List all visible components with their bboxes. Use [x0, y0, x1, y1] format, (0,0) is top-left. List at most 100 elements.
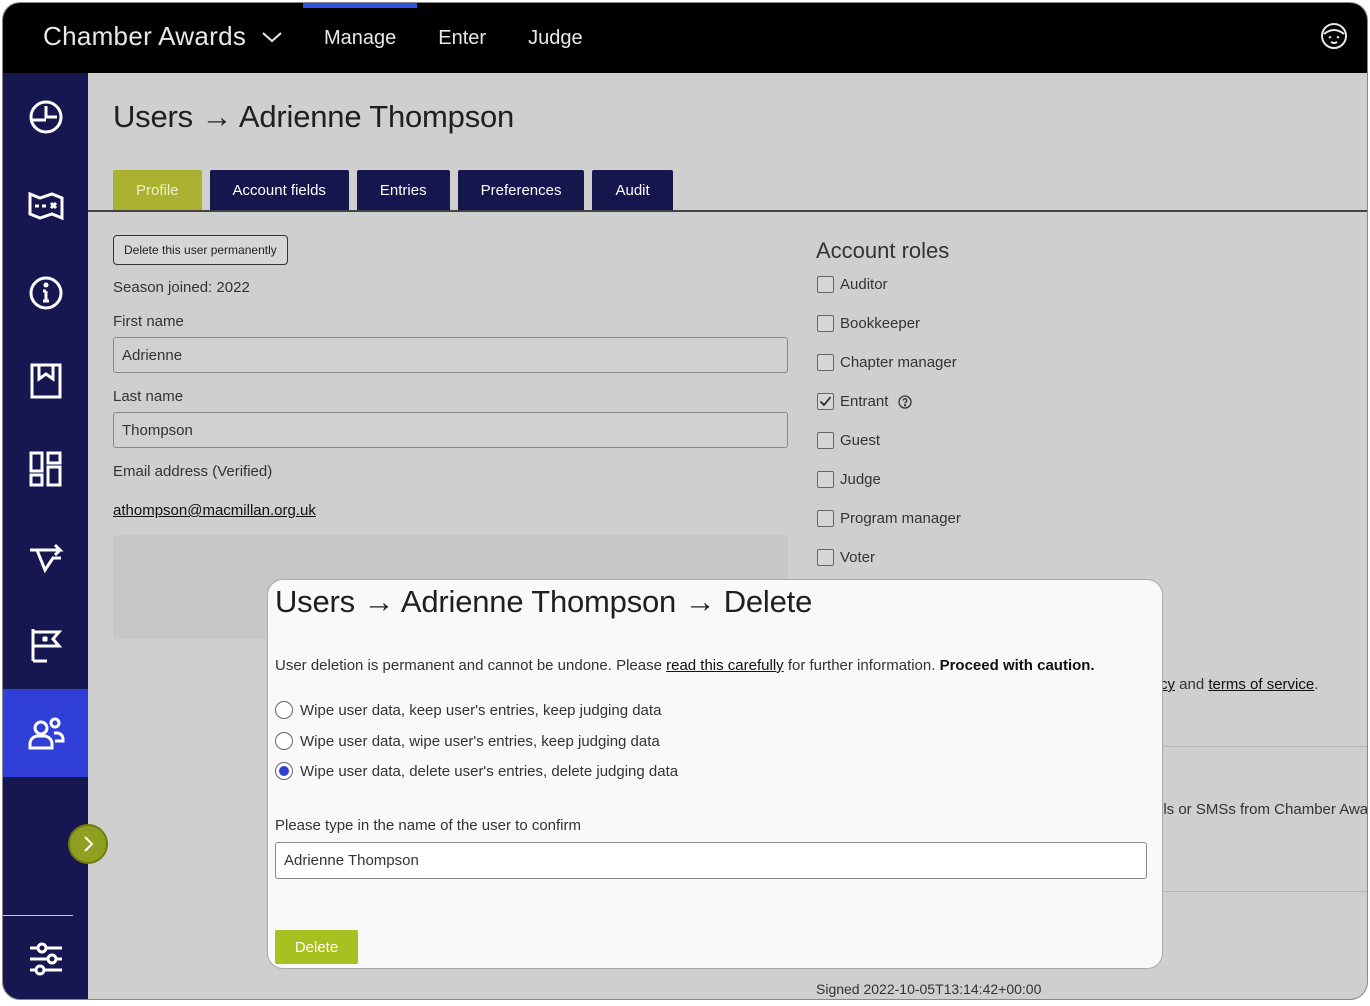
first-name-value: Adrienne	[122, 346, 183, 364]
tab-divider	[88, 210, 1367, 212]
signed-timestamp: Signed 2022-10-05T13:14:42+00:00	[816, 981, 1042, 997]
bookmark-icon	[30, 363, 61, 399]
warning-text-continued: for further information.	[787, 657, 936, 674]
role-checkbox[interactable]	[817, 432, 834, 449]
deletion-warning: User deletion is permanent and cannot be…	[275, 657, 1095, 674]
nav-manage[interactable]: Manage	[303, 3, 418, 73]
radio-button-selected[interactable]	[275, 762, 293, 780]
radio-button[interactable]	[275, 732, 293, 750]
account-roles-title: Account roles	[816, 238, 950, 263]
option-label: Wipe user data, keep user's entries, kee…	[300, 701, 662, 719]
main-nav: Manage Enter Judge	[303, 3, 604, 73]
tab-entries[interactable]: Entries	[356, 170, 450, 210]
program-name: Chamber Awards	[43, 21, 247, 51]
confirm-name-input[interactable]: Adrienne Thompson	[275, 842, 1147, 879]
radio-dot	[279, 766, 289, 776]
user-avatar-icon[interactable]	[1319, 21, 1349, 51]
nav-enter[interactable]: Enter	[417, 3, 507, 73]
page-title: Users → Adrienne Thompson	[113, 99, 515, 134]
role-label: Chapter manager	[840, 354, 957, 371]
role-label: Program manager	[840, 510, 961, 527]
tab-audit[interactable]: Audit	[592, 170, 673, 210]
chevron-down-icon	[262, 31, 282, 42]
role-voter[interactable]: Voter	[817, 549, 875, 566]
email-label: Email address (Verified)	[113, 463, 273, 480]
last-name-value: Thompson	[122, 421, 193, 439]
role-program-manager[interactable]: Program manager	[817, 510, 961, 527]
email-link[interactable]: athompson@macmillan.org.uk	[113, 502, 316, 519]
radio-button[interactable]	[275, 701, 293, 719]
tab-account-fields[interactable]: Account fields	[209, 170, 349, 210]
role-checkbox-checked[interactable]	[817, 393, 834, 410]
role-label: Entrant	[840, 393, 889, 410]
sidebar-item-flags[interactable]	[3, 601, 88, 689]
role-bookkeeper[interactable]: Bookkeeper	[817, 315, 920, 332]
notifications-text: ils or SMSs from Chamber Award	[1160, 801, 1368, 818]
role-checkbox[interactable]	[817, 471, 834, 488]
top-bar: Chamber Awards Manage Enter Judge	[3, 3, 1367, 73]
sidebar-item-flows[interactable]	[3, 513, 88, 601]
tab-profile[interactable]: Profile	[113, 170, 202, 210]
role-guest[interactable]: Guest	[817, 432, 880, 449]
season-joined: Season joined: 2022	[113, 279, 250, 296]
route-icon	[29, 543, 64, 574]
last-name-label: Last name	[113, 388, 184, 405]
role-label: Voter	[840, 549, 876, 566]
option-wipe-entries-keep-judging[interactable]: Wipe user data, wipe user's entries, kee…	[275, 732, 660, 750]
help-icon[interactable]	[898, 394, 913, 409]
policy-text: cy and terms of service.	[1160, 676, 1318, 693]
role-checkbox[interactable]	[817, 276, 834, 293]
section-divider	[1160, 891, 1367, 892]
first-name-field[interactable]: Adrienne	[113, 337, 788, 373]
role-label: Bookkeeper	[840, 315, 921, 332]
sidebar-item-bookmarks[interactable]	[3, 337, 88, 425]
section-divider	[1160, 746, 1367, 747]
sidebar-item-map[interactable]	[3, 161, 88, 249]
delete-user-permanently-button[interactable]: Delete this user permanently	[113, 235, 288, 265]
role-entrant[interactable]: Entrant	[817, 393, 913, 410]
delete-button[interactable]: Delete	[275, 930, 358, 964]
sidebar-item-info[interactable]	[3, 249, 88, 337]
role-checkbox[interactable]	[817, 315, 834, 332]
users-icon	[28, 717, 64, 750]
dialog-title: Users → Adrienne Thompson → Delete	[275, 584, 813, 619]
role-label: Guest	[840, 432, 881, 449]
role-chapter-manager[interactable]: Chapter manager	[817, 354, 957, 371]
sliders-icon	[29, 942, 62, 976]
confirm-name-label: Please type in the name of the user to c…	[275, 817, 581, 834]
first-name-label: First name	[113, 313, 184, 330]
info-icon	[29, 276, 62, 310]
flag-icon	[31, 629, 62, 663]
role-label: Auditor	[840, 276, 888, 293]
app-window: Chamber Awards Manage Enter Judge Users …	[2, 2, 1368, 1000]
program-switcher[interactable]: Chamber Awards	[43, 21, 284, 52]
read-carefully-link[interactable]: read this carefully	[666, 657, 784, 674]
role-auditor[interactable]: Auditor	[817, 276, 888, 293]
option-label: Wipe user data, delete user's entries, d…	[300, 762, 679, 780]
last-name-field[interactable]: Thompson	[113, 412, 788, 448]
sidebar	[3, 73, 88, 999]
checkmark-icon	[819, 396, 832, 407]
option-delete-entries-delete-judging[interactable]: Wipe user data, delete user's entries, d…	[275, 762, 678, 780]
nav-judge[interactable]: Judge	[507, 3, 604, 73]
tab-preferences[interactable]: Preferences	[457, 170, 585, 210]
confirm-name-value: Adrienne Thompson	[284, 852, 419, 869]
role-checkbox[interactable]	[817, 510, 834, 527]
map-icon	[28, 191, 63, 221]
sidebar-item-users[interactable]	[3, 689, 88, 777]
option-keep-entries-keep-judging[interactable]: Wipe user data, keep user's entries, kee…	[275, 701, 661, 719]
warning-text: User deletion is permanent and cannot be…	[275, 657, 662, 674]
chevron-right-icon	[84, 836, 94, 852]
delete-user-dialog: Users → Adrienne Thompson → Delete User …	[267, 579, 1163, 969]
expand-sidebar-button[interactable]	[68, 824, 108, 864]
policy-and: and	[1179, 676, 1205, 693]
dashboard-icon	[29, 100, 62, 134]
sidebar-item-dashboard[interactable]	[3, 73, 88, 161]
role-label: Judge	[840, 471, 881, 488]
sidebar-item-settings[interactable]	[3, 915, 88, 999]
terms-of-service-link[interactable]: terms of service	[1208, 676, 1314, 693]
role-judge[interactable]: Judge	[817, 471, 881, 488]
role-checkbox[interactable]	[817, 549, 834, 566]
role-checkbox[interactable]	[817, 354, 834, 371]
sidebar-item-layout[interactable]	[3, 425, 88, 513]
